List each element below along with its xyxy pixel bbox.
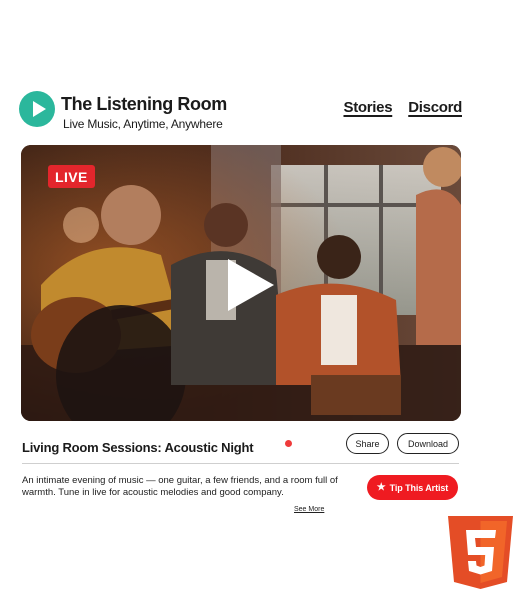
play-icon[interactable] xyxy=(226,257,276,313)
see-more-link[interactable]: See More xyxy=(294,506,324,513)
live-status-dot xyxy=(285,440,292,447)
html5-logo-icon xyxy=(448,516,513,589)
video-player[interactable]: LIVE xyxy=(21,145,461,421)
star-icon: ★ xyxy=(376,482,386,493)
divider xyxy=(22,463,459,464)
live-badge: LIVE xyxy=(48,165,95,188)
stream-description: An intimate evening of music — one guita… xyxy=(22,475,338,498)
download-button[interactable]: Download xyxy=(397,433,459,454)
top-nav: Stories Discord xyxy=(343,99,462,116)
page: The Listening Room Live Music, Anytime, … xyxy=(0,0,513,591)
nav-link-discord[interactable]: Discord xyxy=(408,99,462,116)
tip-artist-label: Tip This Artist xyxy=(389,482,449,493)
stream-title: Living Room Sessions: Acoustic Night xyxy=(22,440,254,455)
tip-artist-button[interactable]: ★ Tip This Artist xyxy=(367,475,458,500)
nav-link-stories[interactable]: Stories xyxy=(343,99,392,116)
brand-play-icon xyxy=(19,91,55,127)
share-button[interactable]: Share xyxy=(346,433,389,454)
brand-title: The Listening Room xyxy=(61,94,227,114)
brand-tagline: Live Music, Anytime, Anywhere xyxy=(63,117,223,131)
brand[interactable]: The Listening Room Live Music, Anytime, … xyxy=(19,90,227,131)
